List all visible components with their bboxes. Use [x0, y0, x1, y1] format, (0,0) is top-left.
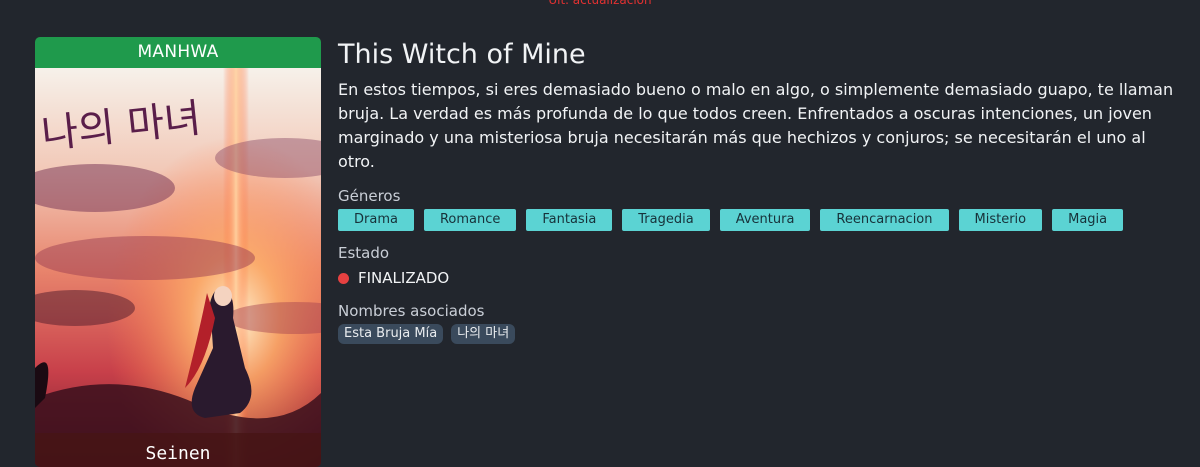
demography-label[interactable]: Seinen [35, 433, 321, 467]
cover-card[interactable]: MANHWA 나의 마녀 Seinen [35, 37, 321, 467]
status-value: FINALIZADO [358, 269, 450, 287]
type-badge: MANHWA [35, 37, 321, 68]
alt-name-tag: 나의 마녀 [451, 324, 516, 344]
genre-list: Drama Romance Fantasia Tragedia Aventura… [338, 209, 1178, 231]
status-label: Estado [338, 244, 390, 262]
manga-title: This Witch of Mine [338, 39, 586, 70]
manga-synopsis: En estos tiempos, si eres demasiado buen… [338, 80, 1174, 171]
manga-info-panel: This Witch of Mine En estos tiempos, si … [338, 36, 1178, 344]
status-row: FINALIZADO [338, 267, 1178, 289]
genre-tag-reencarnacion[interactable]: Reencarnacion [820, 209, 949, 231]
last-update-notice: Ult. actualización [548, 0, 652, 7]
genre-tag-misterio[interactable]: Misterio [958, 209, 1043, 231]
genre-tag-fantasia[interactable]: Fantasia [526, 209, 613, 231]
genre-tag-aventura[interactable]: Aventura [719, 209, 811, 231]
alt-names-list: Esta Bruja Mía 나의 마녀 [338, 324, 1178, 344]
genre-tag-romance[interactable]: Romance [423, 209, 517, 231]
alt-name-tag: Esta Bruja Mía [338, 324, 444, 344]
genres-label: Géneros [338, 187, 401, 205]
genre-tag-tragedia[interactable]: Tragedia [622, 209, 710, 231]
genre-tag-drama[interactable]: Drama [338, 209, 414, 231]
genre-tag-magia[interactable]: Magia [1052, 209, 1124, 231]
cover-image: 나의 마녀 [35, 68, 321, 467]
status-dot-icon [338, 272, 349, 284]
alt-names-label: Nombres asociados [338, 302, 485, 320]
